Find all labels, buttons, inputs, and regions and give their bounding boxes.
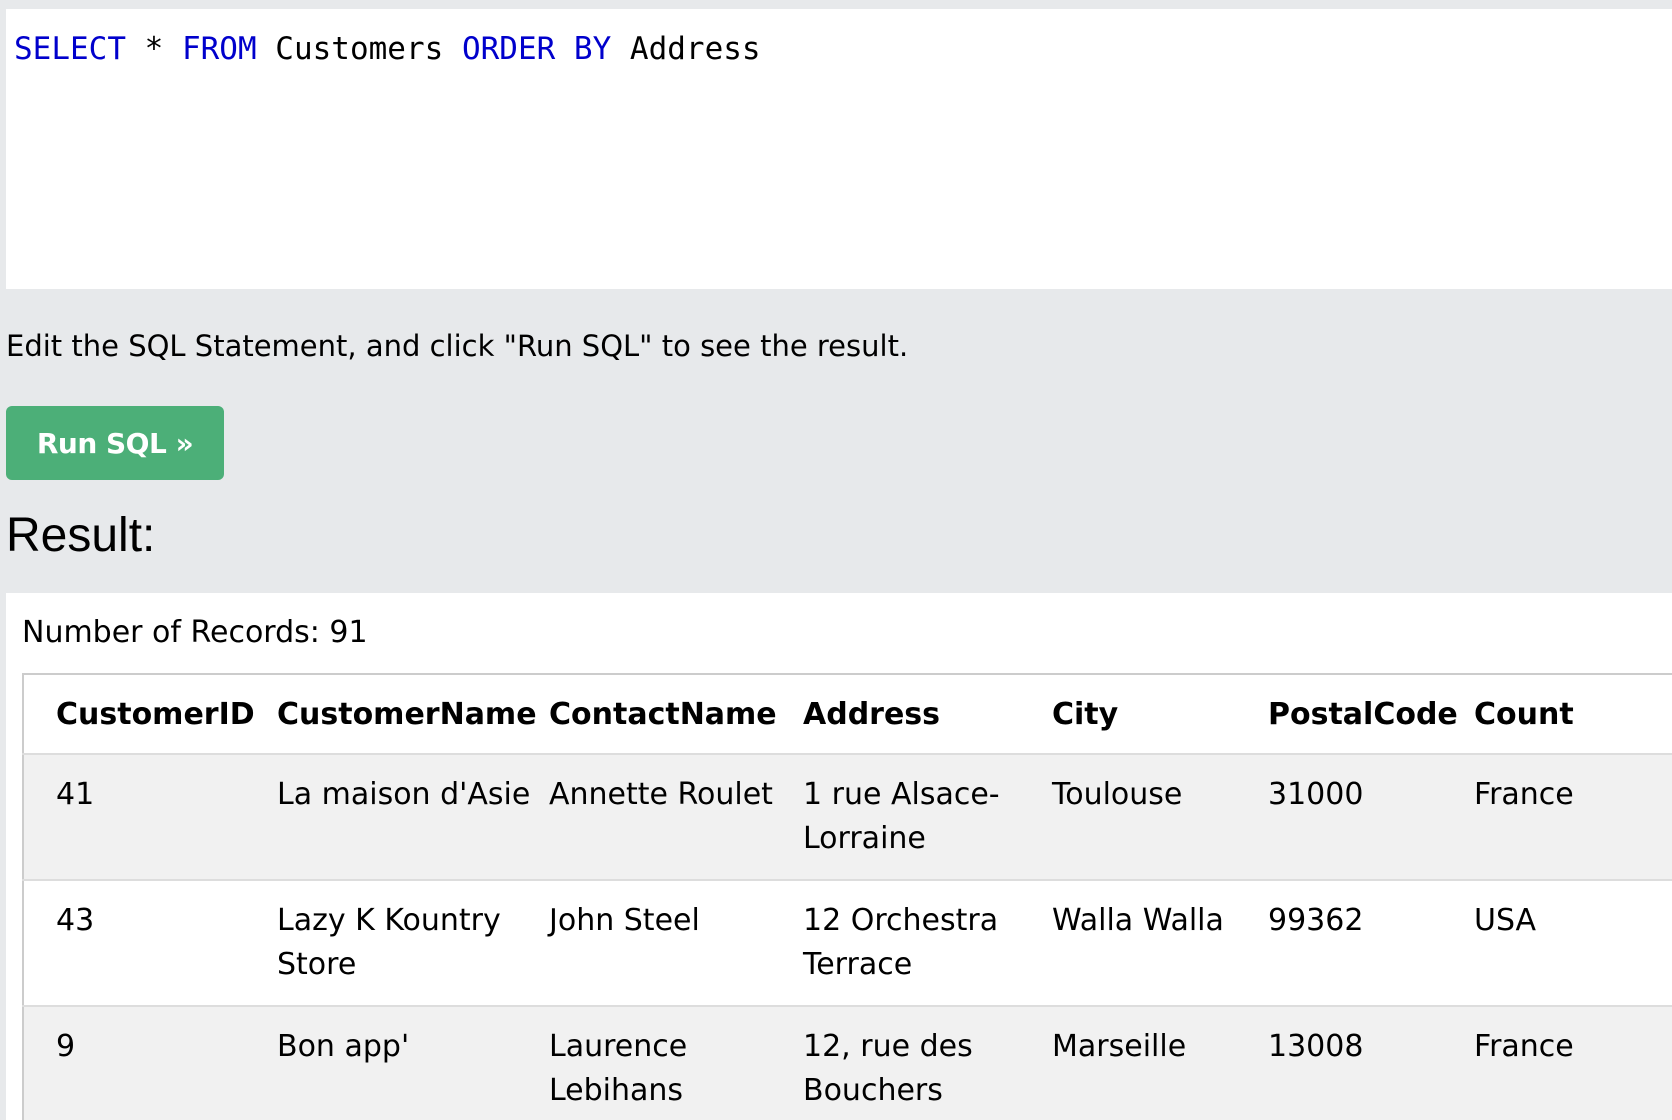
table-row: 41 La maison d'Asie Annette Roulet 1 rue… bbox=[23, 753, 1672, 880]
column-header: City bbox=[1052, 696, 1119, 732]
table-cell: 41 bbox=[23, 753, 266, 880]
table-cell: Marseille bbox=[1041, 1005, 1257, 1120]
table-cell: 12, rue des Bouchers bbox=[792, 1005, 1041, 1120]
table-cell: 9 bbox=[23, 1005, 266, 1120]
instructions-text: Edit the SQL Statement, and click "Run S… bbox=[6, 329, 909, 363]
table-cell: Annette Roulet bbox=[538, 753, 792, 880]
column-header: PostalCode bbox=[1268, 696, 1458, 732]
table-cell: 31000 bbox=[1257, 753, 1463, 880]
record-count: Number of Records: 91 bbox=[22, 615, 368, 650]
result-table: CustomerID CustomerName ContactName Addr… bbox=[22, 673, 1672, 1120]
table-header-row: CustomerID CustomerName ContactName Addr… bbox=[23, 674, 1672, 754]
table-cell: Walla Walla bbox=[1041, 879, 1257, 1006]
table-cell: 43 bbox=[23, 879, 266, 1006]
table-row: 43 Lazy K Kountry Store John Steel 12 Or… bbox=[23, 879, 1672, 1006]
sql-code-line: SELECT * FROM Customers ORDER BY Address bbox=[14, 31, 761, 67]
result-heading: Result: bbox=[6, 509, 156, 562]
table-cell: La maison d'Asie bbox=[266, 753, 538, 880]
result-panel: Number of Records: 91 CustomerID Custome… bbox=[6, 593, 1672, 1120]
table-cell: France bbox=[1463, 753, 1672, 880]
column-header: Address bbox=[803, 696, 941, 732]
sql-text: * bbox=[125, 31, 182, 67]
table-cell: 13008 bbox=[1257, 1005, 1463, 1120]
table-cell: Laurence Lebihans bbox=[538, 1005, 792, 1120]
sql-keyword: ORDER BY bbox=[461, 31, 612, 67]
table-cell: Toulouse bbox=[1041, 753, 1257, 880]
run-sql-button[interactable]: Run SQL » bbox=[6, 406, 224, 480]
table-cell: France bbox=[1463, 1005, 1672, 1120]
table-cell: USA bbox=[1463, 879, 1672, 1006]
table-cell: Bon app' bbox=[266, 1005, 538, 1120]
sql-text: Address bbox=[611, 31, 761, 67]
column-header: CustomerName bbox=[277, 696, 537, 732]
table-cell: John Steel bbox=[538, 879, 792, 1006]
table-cell: Lazy K Kountry Store bbox=[266, 879, 538, 1006]
column-header: ContactName bbox=[549, 696, 777, 732]
sql-keyword: FROM bbox=[181, 31, 257, 67]
sql-text: Customers bbox=[256, 31, 462, 67]
column-header: CustomerID bbox=[56, 696, 255, 732]
table-row: 9 Bon app' Laurence Lebihans 12, rue des… bbox=[23, 1005, 1672, 1120]
table-cell: 99362 bbox=[1257, 879, 1463, 1006]
sql-keyword: SELECT bbox=[14, 31, 126, 67]
table-cell: 1 rue Alsace-Lorraine bbox=[792, 753, 1041, 880]
column-header: Count bbox=[1474, 696, 1574, 732]
sql-editor[interactable]: SELECT * FROM Customers ORDER BY Address bbox=[6, 9, 1672, 289]
table-cell: 12 Orchestra Terrace bbox=[792, 879, 1041, 1006]
